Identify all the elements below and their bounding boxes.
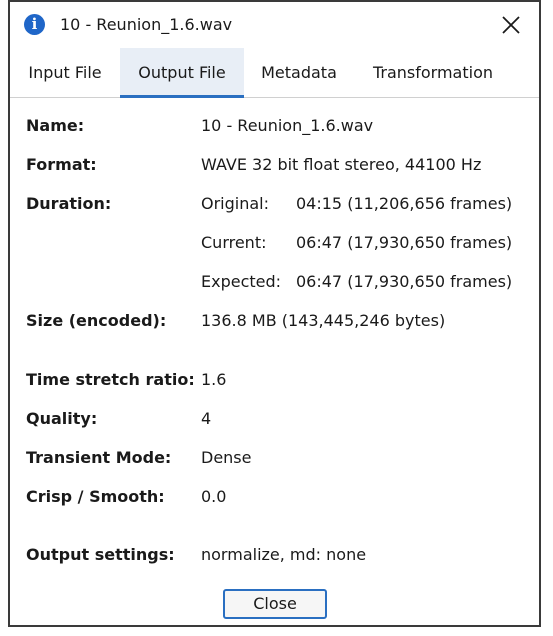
name-value: 10 - Reunion_1.6.wav (201, 116, 374, 135)
file-info-dialog: i 10 - Reunion_1.6.wav Input File Output… (8, 0, 541, 627)
format-label: Format: (26, 155, 97, 174)
duration-current-value: 06:47 (17,930,650 frames) (296, 233, 513, 252)
size-label: Size (encoded): (26, 311, 167, 330)
duration-original-value: 04:15 (11,206,656 frames) (296, 194, 513, 213)
time-stretch-label: Time stretch ratio: (26, 370, 195, 389)
tab-output-file[interactable]: Output File (120, 48, 244, 98)
tab-input-file[interactable]: Input File (16, 48, 114, 98)
tab-bar: Input File Output File Metadata Transfor… (10, 48, 539, 98)
info-icon: i (24, 14, 45, 35)
duration-original-label: Original: (201, 194, 269, 213)
output-settings-value: normalize, md: none (201, 545, 367, 564)
crisp-smooth-value: 0.0 (201, 487, 227, 506)
duration-expected-value: 06:47 (17,930,650 frames) (296, 272, 513, 291)
duration-label: Duration: (26, 194, 112, 213)
window-title: 10 - Reunion_1.6.wav (60, 15, 233, 34)
title-bar: i 10 - Reunion_1.6.wav (10, 2, 539, 48)
tab-metadata[interactable]: Metadata (250, 48, 348, 98)
name-label: Name: (26, 116, 85, 135)
duration-current-label: Current: (201, 233, 267, 252)
tab-transformation[interactable]: Transformation (362, 48, 504, 98)
time-stretch-value: 1.6 (201, 370, 227, 389)
duration-expected-label: Expected: (201, 272, 282, 291)
quality-label: Quality: (26, 409, 98, 428)
output-settings-label: Output settings: (26, 545, 175, 564)
crisp-smooth-label: Crisp / Smooth: (26, 487, 165, 506)
quality-value: 4 (201, 409, 212, 428)
transient-mode-label: Transient Mode: (26, 448, 172, 467)
transient-mode-value: Dense (201, 448, 252, 467)
close-icon[interactable] (501, 15, 521, 35)
close-button[interactable]: Close (223, 589, 327, 619)
size-value: 136.8 MB (143,445,246 bytes) (201, 311, 446, 330)
format-value: WAVE 32 bit float stereo, 44100 Hz (201, 155, 482, 174)
